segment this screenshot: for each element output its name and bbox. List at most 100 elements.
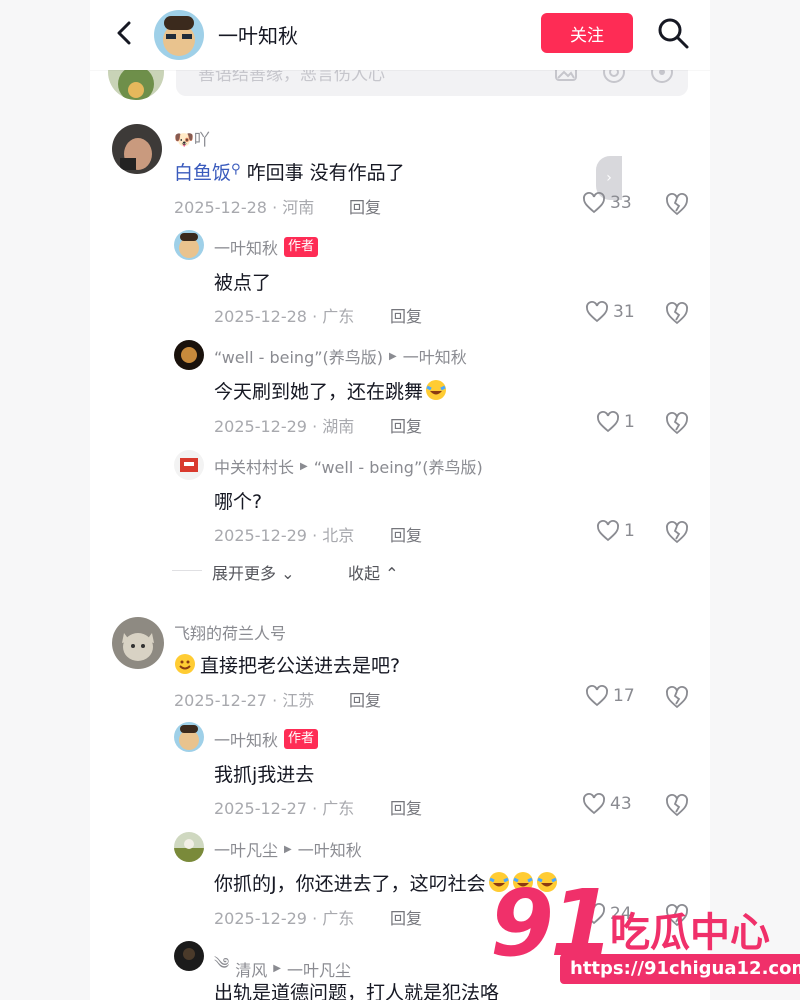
header-avatar[interactable] xyxy=(154,10,204,60)
thread-divider xyxy=(172,570,202,571)
comment-username[interactable]: 一叶凡尘 xyxy=(214,837,278,861)
reply-to-username[interactable]: 一叶知秋 xyxy=(403,344,467,368)
app-window: 善语结善缘，恶言伤人心 一叶知秋 关注 › 🐶吖 白鱼饭⚲ 咋回事 没有作品了 … xyxy=(90,0,710,1000)
comment-body: 直接把老公送进去是吧? xyxy=(200,655,401,677)
like-count: 1 xyxy=(624,521,635,541)
reply-button[interactable]: 回复 xyxy=(390,522,422,546)
reply-to-username[interactable]: 一叶凡尘 xyxy=(287,957,351,981)
comment-username[interactable]: 飞翔的荷兰人号 xyxy=(174,620,286,644)
comment-username[interactable]: 🐶吖 xyxy=(174,126,210,150)
chevron-down-icon: ⌄ xyxy=(281,564,295,583)
smile-emoji-icon xyxy=(175,654,195,674)
comment-username-row: 中关村村长 ▶ “well - being”(养鸟版) xyxy=(214,454,483,478)
broken-heart-icon[interactable] xyxy=(664,191,690,217)
comment-meta: 2025-12-27 · 广东 xyxy=(214,799,355,818)
expand-more-label: 展开更多 xyxy=(212,564,277,583)
avatar[interactable] xyxy=(174,450,204,480)
comment-body: 今天刷到她了，还在跳舞 xyxy=(214,381,424,403)
comment-text: 哪个? xyxy=(214,491,263,513)
avatar[interactable] xyxy=(112,124,162,174)
like-button[interactable]: 17 xyxy=(585,684,635,708)
author-badge: 作者 xyxy=(284,237,319,257)
watermark: 91 吃瓜中心 https://91chigua12.com xyxy=(490,870,800,1000)
reply-to-username[interactable]: “well - being”(养鸟版) xyxy=(314,454,483,478)
comment-meta: 2025-12-27 · 江苏 xyxy=(174,691,315,710)
comment-username[interactable]: 一叶知秋 xyxy=(214,727,278,751)
comment-username-row: 一叶凡尘 ▶ 一叶知秋 xyxy=(214,837,362,861)
page-title: 一叶知秋 xyxy=(218,24,298,48)
follow-button[interactable]: 关注 xyxy=(541,13,633,53)
comment-username[interactable]: 一叶知秋 xyxy=(214,235,278,259)
comment-username[interactable]: 中关村村长 xyxy=(214,454,294,478)
reply-button[interactable]: 回复 xyxy=(390,303,422,327)
comment-text: 今天刷到她了，还在跳舞 xyxy=(214,377,447,404)
like-button[interactable]: 31 xyxy=(585,300,635,324)
like-button[interactable]: 43 xyxy=(582,792,632,816)
comment-text: 出轨是道德问题，打人就是犯法咯 xyxy=(214,982,500,1000)
comment-username[interactable]: 清风 xyxy=(235,957,267,981)
like-count: 31 xyxy=(613,302,635,322)
like-count: 43 xyxy=(610,794,632,814)
like-button[interactable]: 1 xyxy=(596,410,635,434)
heart-icon xyxy=(597,411,619,433)
heart-icon xyxy=(586,685,608,707)
author-badge: 作者 xyxy=(284,729,319,749)
heart-icon xyxy=(583,192,605,214)
comment-body: 你抓的J，你还进去了，这叼社会 xyxy=(214,873,486,895)
avatar[interactable] xyxy=(112,617,164,669)
comment-username-row: 一叶知秋 作者 xyxy=(214,235,319,259)
comment-meta: 2025-12-29 · 北京 xyxy=(214,526,355,545)
broken-heart-icon[interactable] xyxy=(664,684,690,710)
broken-heart-icon[interactable] xyxy=(664,300,690,326)
collapse-button[interactable]: 收起 ⌃ xyxy=(348,560,399,584)
watermark-brand: 吃瓜中心 xyxy=(610,910,770,956)
reply-button[interactable]: 回复 xyxy=(390,413,422,437)
avatar[interactable] xyxy=(174,832,204,862)
watermark-url: https://91chigua12.com xyxy=(560,954,800,984)
reply-button[interactable]: 回复 xyxy=(349,194,381,218)
like-count: 1 xyxy=(624,412,635,432)
reply-arrow-icon: ▶ xyxy=(284,843,292,855)
comment-text: 我抓j我进去 xyxy=(214,764,315,786)
collapse-label: 收起 xyxy=(348,564,381,583)
heart-icon xyxy=(597,520,619,542)
like-button[interactable]: 33 xyxy=(582,191,632,215)
broken-heart-icon[interactable] xyxy=(664,792,690,818)
reply-arrow-icon: ▶ xyxy=(300,460,308,472)
back-chevron-icon[interactable] xyxy=(110,18,140,48)
comment-username-row: 一叶知秋 作者 xyxy=(214,727,319,751)
comment-text: 白鱼饭⚲ 咋回事 没有作品了 xyxy=(174,162,405,184)
avatar[interactable] xyxy=(174,230,204,260)
avatar[interactable] xyxy=(174,722,204,752)
reply-arrow-icon: ▶ xyxy=(273,963,281,974)
reply-button[interactable]: 回复 xyxy=(390,795,422,819)
search-icon[interactable] xyxy=(656,16,690,50)
comment-text: 直接把老公送进去是吧? xyxy=(174,651,400,678)
comment-text: 被点了 xyxy=(214,272,272,294)
reply-arrow-icon: ▶ xyxy=(389,350,397,362)
expand-more-button[interactable]: 展开更多 ⌄ xyxy=(212,560,295,584)
comment-meta: 2025-12-28 · 河南 xyxy=(174,198,315,217)
top-bar: 一叶知秋 关注 xyxy=(90,0,710,70)
comment-body: 咋回事 没有作品了 xyxy=(246,162,405,184)
comment-meta: 2025-12-29 · 湖南 xyxy=(214,417,355,436)
comment-username-row: “well - being”(养鸟版) ▶ 一叶知秋 xyxy=(214,344,467,368)
comment-username[interactable]: “well - being”(养鸟版) xyxy=(214,344,383,368)
reply-to-username[interactable]: 一叶知秋 xyxy=(298,837,362,861)
reply-button[interactable]: 回复 xyxy=(390,905,422,929)
avatar[interactable] xyxy=(174,941,204,971)
like-count: 17 xyxy=(613,686,635,706)
avatar[interactable] xyxy=(174,340,204,370)
comment-meta: 2025-12-29 · 广东 xyxy=(214,909,355,928)
heart-icon xyxy=(583,793,605,815)
mention-link[interactable]: 白鱼饭 xyxy=(174,162,231,184)
like-count: 33 xyxy=(610,193,632,213)
comment-meta: 2025-12-28 · 广东 xyxy=(214,307,355,326)
heart-icon xyxy=(586,301,608,323)
like-button[interactable]: 1 xyxy=(596,519,635,543)
broken-heart-icon[interactable] xyxy=(664,519,690,545)
broken-heart-icon[interactable] xyxy=(664,410,690,436)
reply-button[interactable]: 回复 xyxy=(349,687,381,711)
crying-laughing-emoji-icon xyxy=(426,380,447,400)
chevron-up-icon: ⌃ xyxy=(385,564,399,583)
